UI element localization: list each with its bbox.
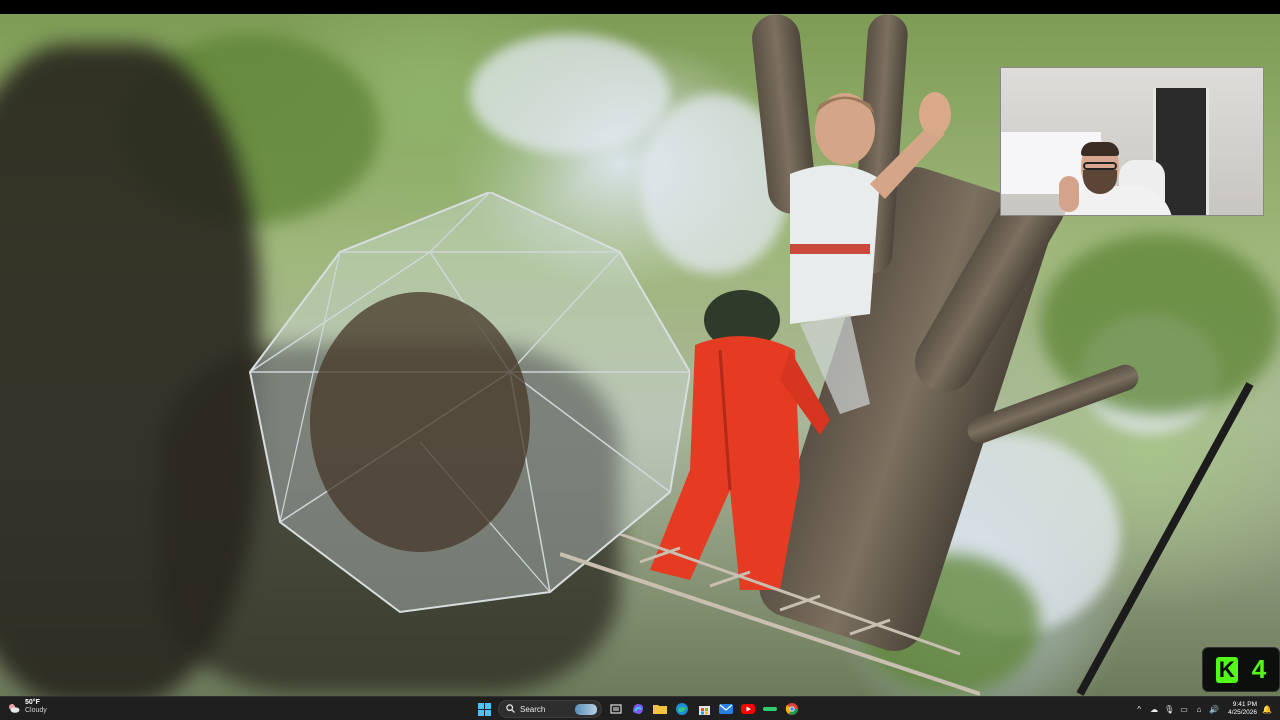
weather-temp: 50°F bbox=[25, 699, 40, 706]
webcam-overlay bbox=[1000, 67, 1264, 216]
windows-taskbar: 50°F Cloudy Search ^ ☁ 🎙 ▭ ⌂ 🔊 9:41 PM 4… bbox=[0, 696, 1280, 720]
search-icon bbox=[506, 700, 515, 718]
youtube-icon[interactable] bbox=[740, 701, 756, 717]
clock-time: 9:41 PM bbox=[1232, 701, 1257, 708]
taskbar-search[interactable]: Search bbox=[498, 700, 602, 718]
system-tray: ^ ☁ 🎙 ▭ ⌂ 🔊 9:41 PM 4/25/2026 🔔 bbox=[1134, 699, 1272, 719]
notification-bell-icon[interactable]: 🔔 bbox=[1262, 705, 1272, 714]
display-icon[interactable]: ▭ bbox=[1179, 705, 1189, 714]
kick-badge: K 4 bbox=[1202, 647, 1280, 692]
chevron-up-icon[interactable]: ^ bbox=[1134, 705, 1144, 714]
weather-cloudy-icon bbox=[8, 701, 20, 713]
mail-icon[interactable] bbox=[718, 701, 734, 717]
streamer-hand bbox=[1059, 176, 1079, 212]
weather-widget[interactable]: 50°F Cloudy bbox=[8, 699, 47, 715]
kick-badge-number: 4 bbox=[1251, 654, 1267, 684]
edge-browser-icon[interactable] bbox=[674, 701, 690, 717]
search-label: Search bbox=[520, 704, 546, 714]
network-icon[interactable]: ⌂ bbox=[1194, 705, 1204, 714]
kick-logo-icon: K bbox=[1215, 656, 1238, 683]
clock-date: 4/25/2026 bbox=[1228, 709, 1257, 716]
task-view-icon[interactable] bbox=[608, 701, 624, 717]
sky-patch bbox=[470, 34, 670, 154]
ladder bbox=[560, 534, 980, 696]
taskbar-center: Search bbox=[476, 699, 800, 719]
glasses bbox=[1083, 162, 1117, 170]
weather-condition: Cloudy bbox=[25, 707, 47, 714]
clock[interactable]: 9:41 PM 4/25/2026 bbox=[1228, 701, 1257, 717]
windows-logo-icon[interactable] bbox=[476, 701, 492, 717]
microphone-icon[interactable]: 🎙 bbox=[1164, 705, 1174, 714]
green-app-icon[interactable] bbox=[762, 701, 778, 717]
folder-icon[interactable] bbox=[652, 701, 668, 717]
search-highlight-image bbox=[575, 704, 597, 715]
copilot-icon[interactable] bbox=[630, 701, 646, 717]
streamer-hair bbox=[1081, 142, 1119, 156]
chrome-icon[interactable] bbox=[784, 701, 800, 717]
volume-icon[interactable]: 🔊 bbox=[1209, 705, 1219, 714]
cloud-icon[interactable]: ☁ bbox=[1149, 705, 1159, 714]
store-icon[interactable] bbox=[696, 701, 712, 717]
